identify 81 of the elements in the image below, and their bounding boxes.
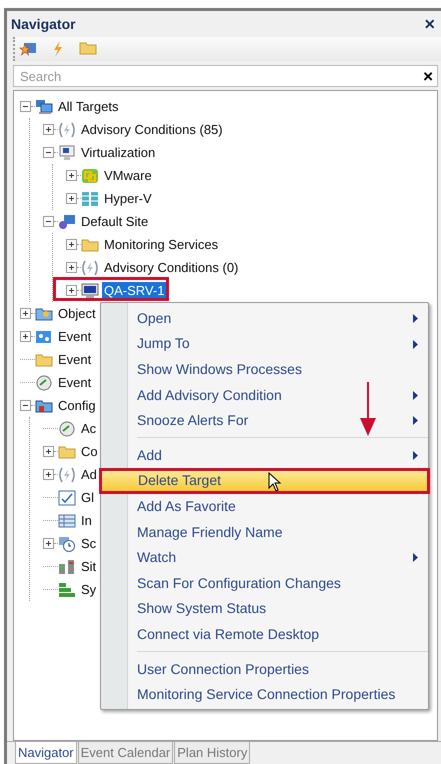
bolt-brackets-icon: [58, 122, 76, 138]
tree-item[interactable]: Virtualization: [79, 144, 158, 161]
menu-item[interactable]: Scan For Configuration Changes: [101, 570, 428, 596]
tree-item[interactable]: Monitoring Services: [102, 236, 220, 253]
expand-toggle[interactable]: [66, 262, 77, 273]
monitor-icon: [81, 282, 99, 298]
folder-icon: [81, 236, 99, 252]
window-title: Navigator: [11, 16, 76, 32]
tree-item[interactable]: Advisory Conditions (85): [79, 121, 225, 138]
menu-item[interactable]: Add Advisory Condition: [101, 382, 428, 408]
tree-item[interactable]: Sy: [79, 581, 98, 598]
tree-item[interactable]: VMware: [102, 167, 154, 184]
menu-item[interactable]: Connect via Remote Desktop: [101, 621, 428, 647]
collapse-toggle[interactable]: [20, 101, 31, 112]
tab[interactable]: Plan History: [174, 742, 250, 764]
expand-toggle[interactable]: [43, 446, 54, 457]
menu-item[interactable]: Show System Status: [101, 596, 428, 622]
cursor-icon: [268, 472, 282, 492]
tree-item[interactable]: All Targets: [56, 98, 120, 115]
tree-item[interactable]: Sc: [79, 535, 98, 552]
expand-toggle[interactable]: [66, 239, 77, 250]
tree-item[interactable]: Co: [79, 443, 100, 460]
bars-icon: [58, 582, 76, 598]
tree-item[interactable]: Advisory Conditions (0): [102, 259, 240, 276]
collapse-toggle[interactable]: [43, 216, 54, 227]
checklist-icon: [58, 490, 76, 506]
menu-item[interactable]: Manage Friendly Name: [101, 518, 428, 544]
expand-toggle[interactable]: [43, 469, 54, 480]
folder-icon: [35, 306, 53, 322]
search-field[interactable]: Search ×: [13, 65, 438, 87]
down-arrow: [360, 382, 376, 436]
clock-icon: [58, 536, 76, 552]
menu-item[interactable]: Monitoring Service Connection Properties: [101, 681, 428, 707]
tree-item[interactable]: Ac: [79, 420, 98, 437]
tree-item[interactable]: Object: [56, 305, 98, 322]
servers-icon: [58, 558, 76, 574]
expand-toggle[interactable]: [66, 170, 77, 181]
tree-item[interactable]: Event: [56, 328, 94, 345]
table-icon: [58, 512, 76, 528]
vmware-icon: [81, 168, 99, 184]
tree-item[interactable]: Hyper-V: [102, 190, 154, 207]
gauge-icon: [35, 374, 53, 390]
tree-item[interactable]: Event: [56, 374, 94, 391]
clear-button[interactable]: ×: [423, 68, 433, 84]
tab[interactable]: Event Calendar: [78, 742, 174, 764]
menu-item[interactable]: Add: [101, 442, 428, 468]
collapse-toggle[interactable]: [20, 400, 31, 411]
computers-icon: [35, 98, 53, 114]
folder-icon: [35, 352, 53, 368]
server-rack-icon: [81, 190, 99, 206]
expand-toggle[interactable]: [43, 538, 54, 549]
expand-toggle[interactable]: [43, 124, 54, 135]
expand-toggle[interactable]: [66, 285, 77, 296]
tab[interactable]: Navigator: [15, 742, 77, 764]
folder-icon: [58, 444, 76, 460]
menu-item[interactable]: Snooze Alerts For: [101, 407, 428, 433]
menu-item[interactable]: Open: [101, 305, 428, 331]
gauge-icon: [58, 420, 76, 436]
folder-icon: [35, 398, 53, 414]
menu-item[interactable]: Add As Favorite: [101, 493, 428, 519]
tree-item[interactable]: Sit: [79, 558, 98, 575]
tree-item[interactable]: Gl: [79, 489, 96, 506]
tree-item[interactable]: Config: [56, 397, 98, 414]
expand-toggle[interactable]: [66, 193, 77, 204]
menu-item[interactable]: Watch: [101, 544, 428, 570]
menu-item[interactable]: User Connection Properties: [101, 656, 428, 682]
tree-item[interactable]: QA-SRV-1: [102, 282, 166, 299]
expand-toggle[interactable]: [20, 331, 31, 342]
tree-item[interactable]: In: [79, 512, 94, 529]
expand-toggle[interactable]: [20, 308, 31, 319]
close-button[interactable]: ×: [424, 15, 435, 33]
menu-item[interactable]: Jump To: [101, 330, 428, 356]
monitor-icon: [58, 144, 76, 160]
favorite-icon[interactable]: [19, 40, 37, 58]
tree-item[interactable]: Default Site: [79, 213, 150, 230]
bolt-brackets-icon: [81, 260, 99, 276]
menu-item[interactable]: Show Windows Processes: [101, 356, 428, 382]
tree-item[interactable]: Event: [56, 351, 94, 368]
collapse-toggle[interactable]: [43, 147, 54, 158]
bolt-brackets-icon: [58, 466, 76, 482]
tree-item[interactable]: Ad: [79, 466, 99, 483]
